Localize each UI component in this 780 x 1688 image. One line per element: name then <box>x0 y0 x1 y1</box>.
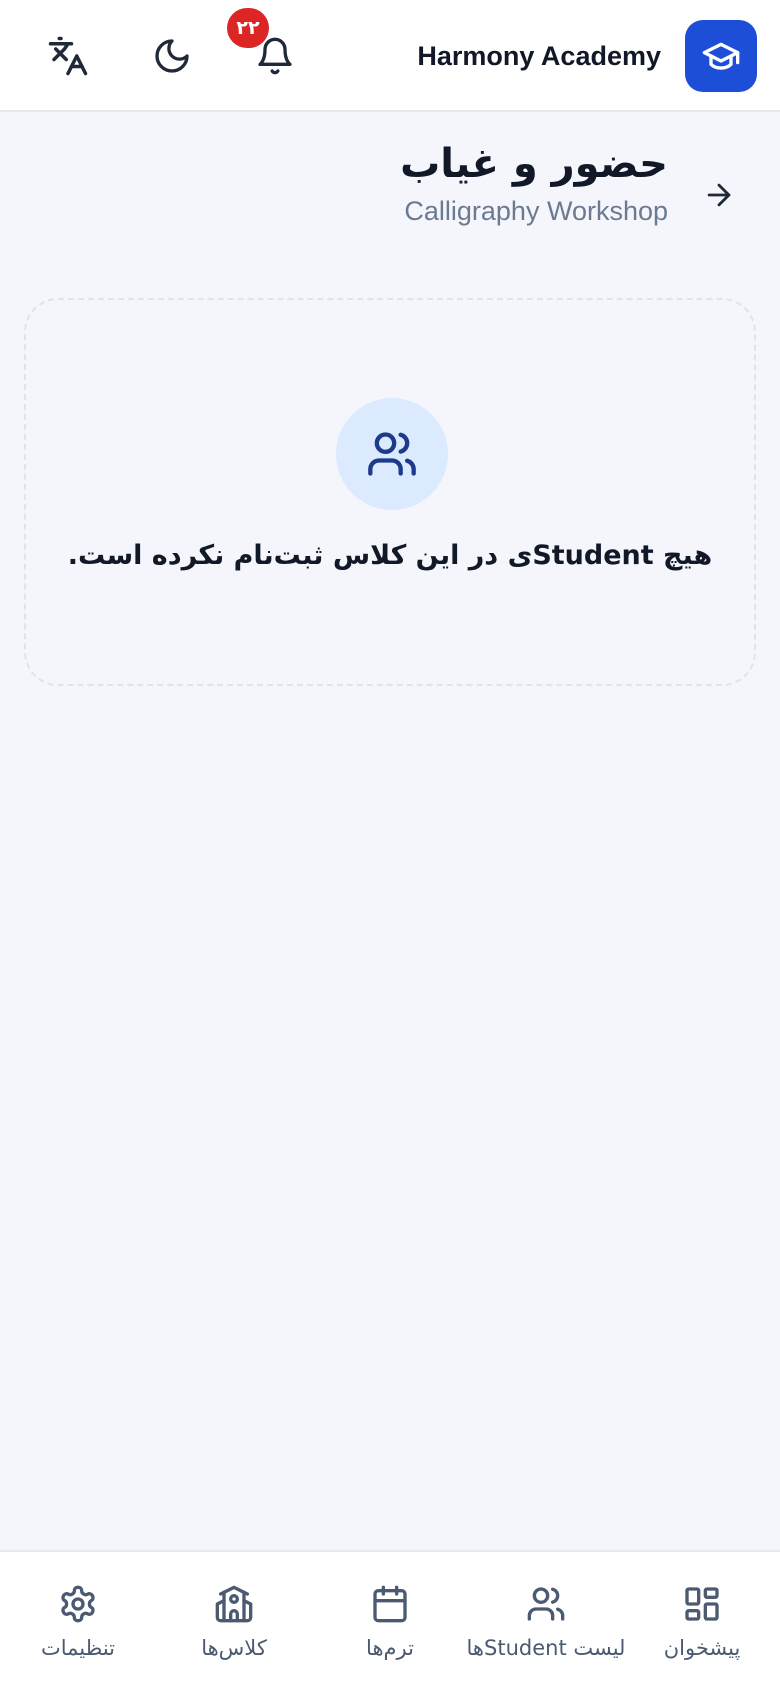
brand[interactable]: Harmony Academy <box>417 20 757 92</box>
page-subtitle: Calligraphy Workshop <box>404 196 668 226</box>
header-actions: ۲۲ <box>0 0 340 112</box>
empty-state-icon-circle <box>336 398 448 510</box>
nav-label-students: لیست Studentها <box>466 1636 626 1660</box>
bottom-navigation: پیشخوان لیست Studentها <box>0 1550 780 1688</box>
brand-name: Harmony Academy <box>417 40 661 71</box>
nav-label-terms: ترم‌ها <box>366 1636 414 1660</box>
nav-item-classes[interactable]: کلاس‌ها <box>156 1552 312 1688</box>
gear-icon <box>56 1582 100 1626</box>
calendar-icon <box>368 1582 412 1626</box>
app-root: Harmony Academy ۲۲ حضور و غیاب Calligrap… <box>0 0 780 1688</box>
notification-count-badge: ۲۲ <box>227 8 269 48</box>
nav-label-dashboard: پیشخوان <box>663 1636 741 1660</box>
language-button[interactable] <box>38 26 98 86</box>
users-icon <box>524 1582 568 1626</box>
page-title: حضور و غیاب <box>400 141 668 187</box>
dashboard-icon <box>680 1582 724 1626</box>
graduation-cap-icon <box>685 20 757 92</box>
users-icon <box>368 432 416 476</box>
top-header: Harmony Academy ۲۲ <box>0 0 780 112</box>
empty-state-card: هیچ Studentی در این کلاس ثبت‌نام نکرده ا… <box>24 298 756 686</box>
nav-label-classes: کلاس‌ها <box>201 1636 267 1660</box>
nav-item-students[interactable]: لیست Studentها <box>466 1552 626 1688</box>
nav-item-settings[interactable]: تنظیمات <box>0 1552 156 1688</box>
nav-item-dashboard[interactable]: پیشخوان <box>624 1552 780 1688</box>
page-heading: حضور و غیاب Calligraphy Workshop <box>400 140 668 227</box>
school-building-icon <box>212 1582 256 1626</box>
moon-icon <box>155 39 189 73</box>
translate-icon <box>48 36 88 76</box>
theme-toggle-button[interactable] <box>142 26 202 86</box>
back-button[interactable] <box>694 170 744 220</box>
empty-state-message: هیچ Studentی در این کلاس ثبت‌نام نکرده ا… <box>67 540 713 571</box>
nav-item-terms[interactable]: ترم‌ها <box>312 1552 468 1688</box>
nav-label-settings: تنظیمات <box>40 1636 116 1660</box>
arrow-right-icon <box>707 183 731 207</box>
